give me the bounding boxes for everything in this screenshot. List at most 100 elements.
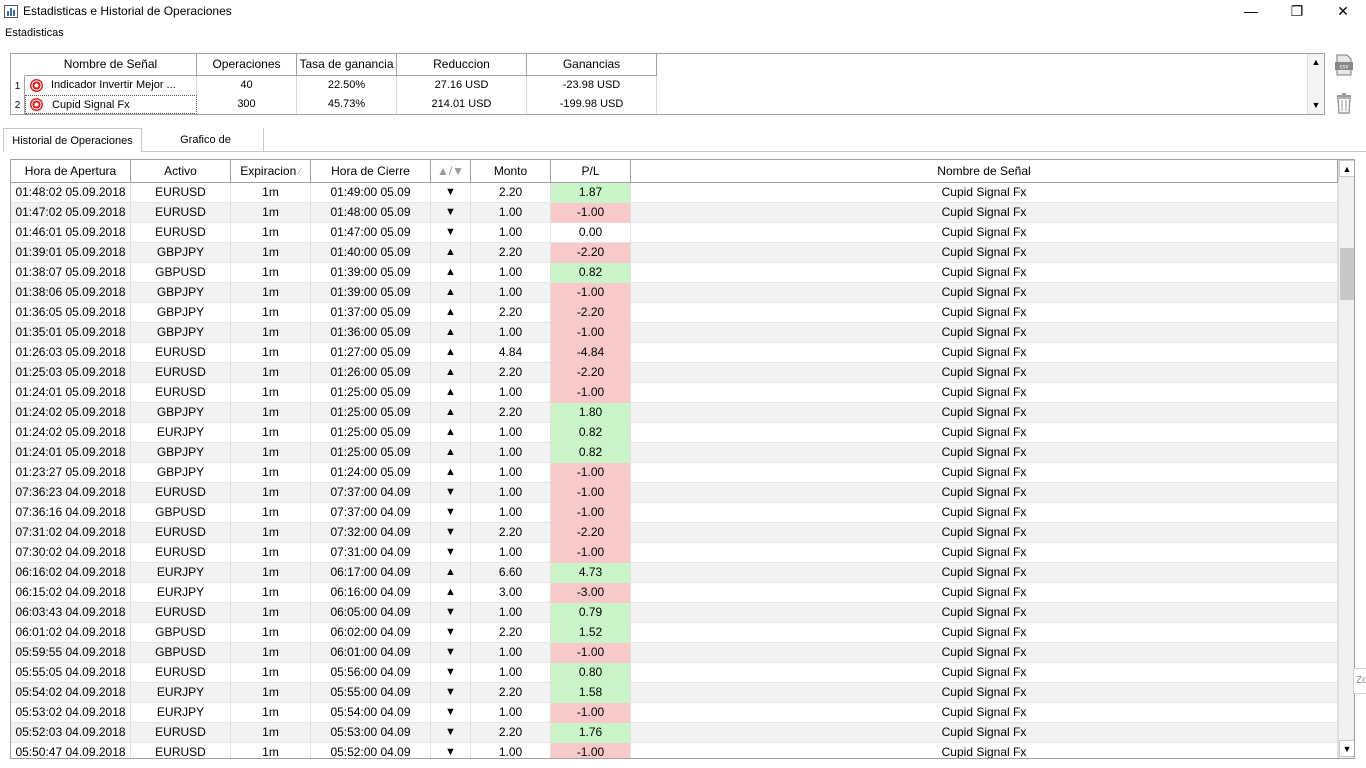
expiration: 1m: [231, 503, 311, 523]
scroll-down-icon[interactable]: ▼: [1308, 98, 1324, 112]
table-row[interactable]: 01:47:02 05.09.2018 EURUSD 1m 01:48:00 05.0…: [11, 203, 1338, 223]
table-row[interactable]: 05:55:05 04.09.2018 EURUSD 1m 05:56:00 04.0…: [11, 663, 1338, 683]
tab-gains-chart[interactable]: Grafico de Ganacias: [148, 128, 264, 170]
table-row[interactable]: 05:50:47 04.09.2018 EURUSD 1m 05:52:00 04.0…: [11, 743, 1338, 758]
table-row[interactable]: 05:52:03 04.09.2018 EURUSD 1m 05:53:00 04.0…: [11, 723, 1338, 743]
csv-export-icon[interactable]: csv: [1334, 54, 1354, 76]
stats-scrollbar[interactable]: ▲ ▼: [1307, 54, 1324, 114]
table-row[interactable]: 07:36:23 04.09.2018 EURUSD 1m 07:37:00 04.0…: [11, 483, 1338, 503]
table-row[interactable]: 07:31:02 04.09.2018 EURUSD 1m 07:32:00 04.0…: [11, 523, 1338, 543]
tab-history[interactable]: Historial de Operaciones: [3, 128, 142, 152]
signal-name: Cupid Signal Fx: [631, 263, 1338, 283]
open-time: 05:50:47 04.09.2018: [11, 743, 131, 758]
scroll-thumb[interactable]: [1340, 248, 1354, 300]
close-button[interactable]: ✕: [1320, 0, 1366, 23]
table-row[interactable]: 01:24:01 05.09.2018 EURUSD 1m 01:25:00 05.0…: [11, 383, 1338, 403]
amount: 2.20: [471, 623, 551, 643]
direction-icon: ▼: [431, 623, 471, 643]
open-time: 01:36:05 05.09.2018: [11, 303, 131, 323]
asset: EURJPY: [131, 423, 231, 443]
table-row[interactable]: 07:30:02 04.09.2018 EURUSD 1m 07:31:00 04.0…: [11, 543, 1338, 563]
reduction: 214.01 USD: [397, 95, 527, 114]
stats-row[interactable]: 1 Indicador Invertir Mejor ... 40 22.50%…: [11, 76, 657, 95]
signal-name: Cupid Signal Fx: [631, 623, 1338, 643]
asset: GBPUSD: [131, 503, 231, 523]
history-header-row: Hora de Apertura Activo Expiracion ⁄ Hor…: [11, 160, 1338, 183]
table-row[interactable]: 01:38:06 05.09.2018 GBPJPY 1m 01:39:00 05.0…: [11, 283, 1338, 303]
minimize-button[interactable]: —: [1228, 0, 1274, 23]
header-expiration[interactable]: Expiracion ⁄: [231, 160, 311, 183]
table-row[interactable]: 07:36:16 04.09.2018 GBPUSD 1m 07:37:00 04.0…: [11, 503, 1338, 523]
header-direction[interactable]: ▲/▼: [431, 160, 471, 183]
table-row[interactable]: 01:25:03 05.09.2018 EURUSD 1m 01:26:00 05.0…: [11, 363, 1338, 383]
scroll-down-icon[interactable]: ▼: [1339, 740, 1354, 757]
edge-panel-tab[interactable]: Zo: [1353, 668, 1366, 694]
table-row[interactable]: 01:36:05 05.09.2018 GBPJPY 1m 01:37:00 05.0…: [11, 303, 1338, 323]
tab-strip: Historial de Operaciones Grafico de Gana…: [0, 128, 1366, 170]
stats-header-rate[interactable]: Tasa de ganancia: [297, 54, 397, 76]
stats-row[interactable]: 2 Cupid Signal Fx 300 45.73% 214.01 USD …: [11, 95, 657, 114]
table-row[interactable]: 01:35:01 05.09.2018 GBPJPY 1m 01:36:00 05.0…: [11, 323, 1338, 343]
asset: EURUSD: [131, 383, 231, 403]
table-row[interactable]: 05:54:02 04.09.2018 EURJPY 1m 05:55:00 04.0…: [11, 683, 1338, 703]
header-asset[interactable]: Activo: [131, 160, 231, 183]
header-close-time[interactable]: Hora de Cierre: [311, 160, 431, 183]
amount: 1.00: [471, 203, 551, 223]
close-time: 07:32:00 04.09: [311, 523, 431, 543]
signal-name: Cupid Signal Fx: [631, 323, 1338, 343]
table-row[interactable]: 01:23:27 05.09.2018 GBPJPY 1m 01:24:00 05.0…: [11, 463, 1338, 483]
header-open-time[interactable]: Hora de Apertura: [11, 160, 131, 183]
direction-icon: ▲: [431, 463, 471, 483]
table-row[interactable]: 06:03:43 04.09.2018 EURUSD 1m 06:05:00 04.0…: [11, 603, 1338, 623]
table-row[interactable]: 05:59:55 04.09.2018 GBPUSD 1m 06:01:00 04.0…: [11, 643, 1338, 663]
scroll-up-icon[interactable]: ▲: [1339, 160, 1354, 177]
open-time: 07:31:02 04.09.2018: [11, 523, 131, 543]
table-row[interactable]: 01:48:02 05.09.2018 EURUSD 1m 01:49:00 05.0…: [11, 183, 1338, 203]
open-time: 05:55:05 04.09.2018: [11, 663, 131, 683]
amount: 2.20: [471, 363, 551, 383]
stats-header-name[interactable]: Nombre de Señal: [25, 54, 197, 76]
profit-loss: -2.20: [551, 523, 631, 543]
stats-header-ops[interactable]: Operaciones: [197, 54, 297, 76]
amount: 2.20: [471, 723, 551, 743]
direction-icon: ▼: [431, 723, 471, 743]
table-row[interactable]: 01:46:01 05.09.2018 EURUSD 1m 01:47:00 05.0…: [11, 223, 1338, 243]
direction-icon: ▲: [431, 563, 471, 583]
table-row[interactable]: 01:26:03 05.09.2018 EURUSD 1m 01:27:00 05.0…: [11, 343, 1338, 363]
profit-loss: 1.87: [551, 183, 631, 203]
close-time: 07:37:00 04.09: [311, 503, 431, 523]
expiration: 1m: [231, 683, 311, 703]
direction-icon: ▼: [431, 683, 471, 703]
trash-icon[interactable]: [1334, 92, 1354, 114]
stats-header-gains[interactable]: Ganancias: [527, 54, 657, 76]
close-time: 05:56:00 04.09: [311, 663, 431, 683]
amount: 1.00: [471, 483, 551, 503]
table-row[interactable]: 06:01:02 04.09.2018 GBPUSD 1m 06:02:00 04.0…: [11, 623, 1338, 643]
maximize-button[interactable]: ❐: [1274, 0, 1320, 23]
table-row[interactable]: 01:24:02 05.09.2018 EURJPY 1m 01:25:00 05.0…: [11, 423, 1338, 443]
amount: 1.00: [471, 223, 551, 243]
header-signal-name[interactable]: Nombre de Señal: [631, 160, 1338, 183]
header-amount[interactable]: Monto: [471, 160, 551, 183]
open-time: 05:52:03 04.09.2018: [11, 723, 131, 743]
stats-header-reduction[interactable]: Reduccion: [397, 54, 527, 76]
table-row[interactable]: 01:24:01 05.09.2018 GBPJPY 1m 01:25:00 05.0…: [11, 443, 1338, 463]
profit-loss: -4.84: [551, 343, 631, 363]
table-row[interactable]: 01:24:02 05.09.2018 GBPJPY 1m 01:25:00 05.0…: [11, 403, 1338, 423]
table-row[interactable]: 05:53:02 04.09.2018 EURJPY 1m 05:54:00 04.0…: [11, 703, 1338, 723]
header-pl[interactable]: P/L: [551, 160, 631, 183]
profit-loss: 1.58: [551, 683, 631, 703]
asset: GBPJPY: [131, 283, 231, 303]
signal-name: Cupid Signal Fx: [631, 543, 1338, 563]
close-time: 01:25:00 05.09: [311, 443, 431, 463]
table-row[interactable]: 01:39:01 05.09.2018 GBPJPY 1m 01:40:00 05.0…: [11, 243, 1338, 263]
direction-icon: ▼: [431, 743, 471, 758]
open-time: 01:26:03 05.09.2018: [11, 343, 131, 363]
table-row[interactable]: 06:16:02 04.09.2018 EURJPY 1m 06:17:00 04.0…: [11, 563, 1338, 583]
table-row[interactable]: 06:15:02 04.09.2018 EURJPY 1m 06:16:00 04.0…: [11, 583, 1338, 603]
profit-loss: -1.00: [551, 283, 631, 303]
asset: GBPJPY: [131, 323, 231, 343]
history-scrollbar[interactable]: ▲ ▼: [1338, 160, 1354, 758]
scroll-up-icon[interactable]: ▲: [1308, 55, 1324, 69]
table-row[interactable]: 01:38:07 05.09.2018 GBPUSD 1m 01:39:00 05.0…: [11, 263, 1338, 283]
